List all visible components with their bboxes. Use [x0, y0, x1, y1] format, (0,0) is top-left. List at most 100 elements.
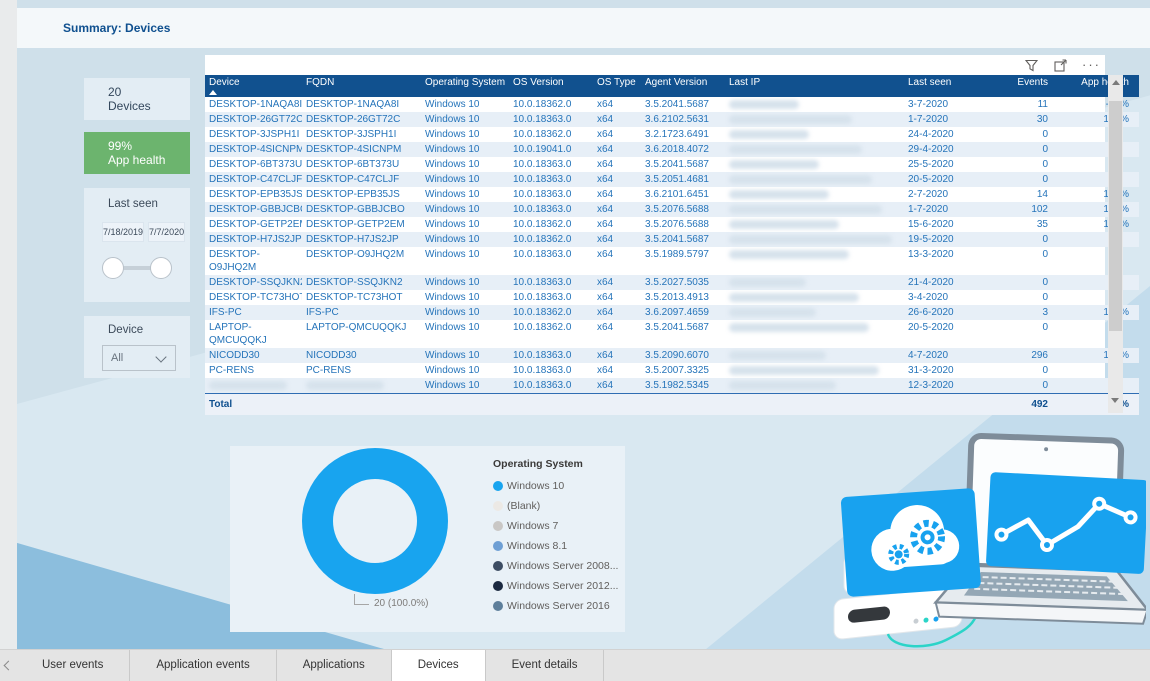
- cell-health: [1052, 232, 1139, 247]
- column-header-lastseen[interactable]: Last seen: [904, 75, 986, 97]
- column-header-device[interactable]: Device: [205, 75, 302, 97]
- redacted-lastip: [725, 97, 904, 112]
- column-header-ostype[interactable]: OS Type: [593, 75, 641, 97]
- tab-event-details[interactable]: Event details: [486, 650, 605, 681]
- table-row[interactable]: DESKTOP-GBBJCBODESKTOP-GBBJCBOWindows 10…: [205, 202, 1139, 217]
- filter-icon[interactable]: [1024, 58, 1039, 73]
- tab-bar-tabs: User eventsApplication eventsApplication…: [16, 650, 604, 681]
- more-options-icon[interactable]: ···: [1082, 60, 1101, 70]
- cell-device: DESKTOP-H7JS2JP: [205, 232, 302, 247]
- cell-agent: 3.5.2076.5688: [641, 217, 725, 232]
- cell-ostype: x64: [593, 202, 641, 217]
- scroll-up-icon[interactable]: [1112, 80, 1120, 85]
- table-row[interactable]: DESKTOP-H7JS2JPDESKTOP-H7JS2JPWindows 10…: [205, 232, 1139, 247]
- table-row[interactable]: DESKTOP-26GT72CDESKTOP-26GT72CWindows 10…: [205, 112, 1139, 127]
- cell-device: DESKTOP-C47CLJF: [205, 172, 302, 187]
- cell-ostype: x64: [593, 172, 641, 187]
- table-row[interactable]: DESKTOP-3JSPH1IDESKTOP-3JSPH1IWindows 10…: [205, 127, 1139, 142]
- redacted-lastip: [725, 247, 904, 275]
- redacted-lastip: [725, 127, 904, 142]
- chevron-left-icon: [3, 661, 13, 671]
- column-header-osver[interactable]: OS Version: [509, 75, 593, 97]
- cell-health: [1052, 363, 1139, 378]
- table-row[interactable]: DESKTOP-EPB35JSDESKTOP-EPB35JSWindows 10…: [205, 187, 1139, 202]
- table-row[interactable]: LAPTOP-QMCUQQKJLAPTOP-QMCUQQKJWindows 10…: [205, 320, 1139, 348]
- last-seen-end-date[interactable]: 7/7/2020: [148, 222, 185, 242]
- tab-devices[interactable]: Devices: [392, 650, 486, 681]
- column-header-health[interactable]: App health: [1052, 75, 1139, 97]
- cell-health: 100%: [1052, 112, 1139, 127]
- legend-label: Windows Server 2012...: [507, 580, 618, 592]
- cell-agent: 3.5.2007.3325: [641, 363, 725, 378]
- cell-lastseen: 21-4-2020: [904, 275, 986, 290]
- cell-agent: 3.5.2076.5688: [641, 202, 725, 217]
- slider-handle-start[interactable]: [102, 257, 124, 279]
- cell-agent: 3.6.2097.4659: [641, 305, 725, 320]
- cell-events: 0: [986, 363, 1052, 378]
- legend-item[interactable]: Windows 7: [493, 516, 618, 536]
- cell-lastseen: 24-4-2020: [904, 127, 986, 142]
- column-header-lastip[interactable]: Last IP: [725, 75, 904, 97]
- table-row[interactable]: DESKTOP-1NAQA8IDESKTOP-1NAQA8IWindows 10…: [205, 97, 1139, 112]
- page-nav-prev[interactable]: [0, 650, 16, 681]
- scrollbar-thumb[interactable]: [1109, 101, 1122, 331]
- devices-count-card[interactable]: 20 Devices: [84, 78, 190, 120]
- slider-handle-end[interactable]: [150, 257, 172, 279]
- scroll-down-icon[interactable]: [1111, 398, 1119, 403]
- column-header-fqdn[interactable]: FQDN: [302, 75, 421, 97]
- devices-count-value: 20: [108, 85, 184, 99]
- table-row[interactable]: DESKTOP-6BT373UDESKTOP-6BT373UWindows 10…: [205, 157, 1139, 172]
- page-title: Summary: Devices: [63, 21, 170, 35]
- chevron-down-icon: [155, 351, 166, 362]
- app-health-card[interactable]: 99% App health: [84, 132, 190, 174]
- devices-table-visual: ··· DeviceFQDNOperating SystemOS Version…: [205, 55, 1105, 413]
- legend-item[interactable]: Windows 8.1: [493, 536, 618, 556]
- table-row[interactable]: Windows 1010.0.18363.0x643.5.1982.534512…: [205, 378, 1139, 394]
- table-row[interactable]: DESKTOP-GETP2EMDESKTOP-GETP2EMWindows 10…: [205, 217, 1139, 232]
- focus-mode-icon[interactable]: [1053, 58, 1068, 73]
- tab-user-events[interactable]: User events: [16, 650, 130, 681]
- column-header-agent[interactable]: Agent Version: [641, 75, 725, 97]
- table-row[interactable]: NICODD30NICODD30Windows 1010.0.18363.0x6…: [205, 348, 1139, 363]
- last-seen-start-date[interactable]: 7/18/2019: [102, 222, 144, 242]
- cell-os: Windows 10: [421, 275, 509, 290]
- legend-item[interactable]: Windows Server 2012...: [493, 576, 618, 596]
- tab-application-events[interactable]: Application events: [130, 650, 276, 681]
- legend-item[interactable]: Windows 10: [493, 476, 618, 496]
- legend-item[interactable]: (Blank): [493, 496, 618, 516]
- cell-device: DESKTOP-1NAQA8I: [205, 97, 302, 112]
- table-scrollbar[interactable]: [1108, 75, 1123, 413]
- legend-dot-icon: [493, 561, 503, 571]
- column-header-os[interactable]: Operating System: [421, 75, 509, 97]
- device-dropdown[interactable]: All: [102, 345, 176, 371]
- cell-osver: 10.0.18363.0: [509, 172, 593, 187]
- table-row[interactable]: DESKTOP-4SICNPMDESKTOP-4SICNPMWindows 10…: [205, 142, 1139, 157]
- legend-item[interactable]: Windows Server 2016: [493, 596, 618, 616]
- table-row[interactable]: PC-RENSPC-RENSWindows 1010.0.18363.0x643…: [205, 363, 1139, 378]
- table-row[interactable]: DESKTOP-O9JHQ2MDESKTOP-O9JHQ2MWindows 10…: [205, 247, 1139, 275]
- table-row[interactable]: DESKTOP-SSQJKN2DESKTOP-SSQJKN2Windows 10…: [205, 275, 1139, 290]
- redacted-lastip: [725, 187, 904, 202]
- cell-device: IFS-PC: [205, 305, 302, 320]
- redacted-lastip: [725, 232, 904, 247]
- table-row[interactable]: DESKTOP-TC73HOTDESKTOP-TC73HOTWindows 10…: [205, 290, 1139, 305]
- cell-device: NICODD30: [205, 348, 302, 363]
- date-range-slider[interactable]: [102, 252, 172, 286]
- cell-device: DESKTOP-GETP2EM: [205, 217, 302, 232]
- cell-lastseen: 31-3-2020: [904, 363, 986, 378]
- table-row[interactable]: IFS-PCIFS-PCWindows 1010.0.18362.0x643.6…: [205, 305, 1139, 320]
- legend-item[interactable]: Windows Server 2008...: [493, 556, 618, 576]
- tab-applications[interactable]: Applications: [277, 650, 392, 681]
- cell-device: DESKTOP-O9JHQ2M: [205, 247, 302, 275]
- donut-segment-windows10[interactable]: [302, 448, 448, 594]
- cell-fqdn: DESKTOP-1NAQA8I: [302, 97, 421, 112]
- cell-device: DESKTOP-EPB35JS: [205, 187, 302, 202]
- devices-table: DeviceFQDNOperating SystemOS VersionOS T…: [205, 75, 1139, 415]
- table-row[interactable]: DESKTOP-C47CLJFDESKTOP-C47CLJFWindows 10…: [205, 172, 1139, 187]
- cell-os: Windows 10: [421, 232, 509, 247]
- cell-events: 11: [986, 97, 1052, 112]
- cell-osver: 10.0.18363.0: [509, 157, 593, 172]
- column-header-events[interactable]: Events: [986, 75, 1052, 97]
- cell-osver: 10.0.18362.0: [509, 127, 593, 142]
- total-events: 492: [986, 394, 1052, 416]
